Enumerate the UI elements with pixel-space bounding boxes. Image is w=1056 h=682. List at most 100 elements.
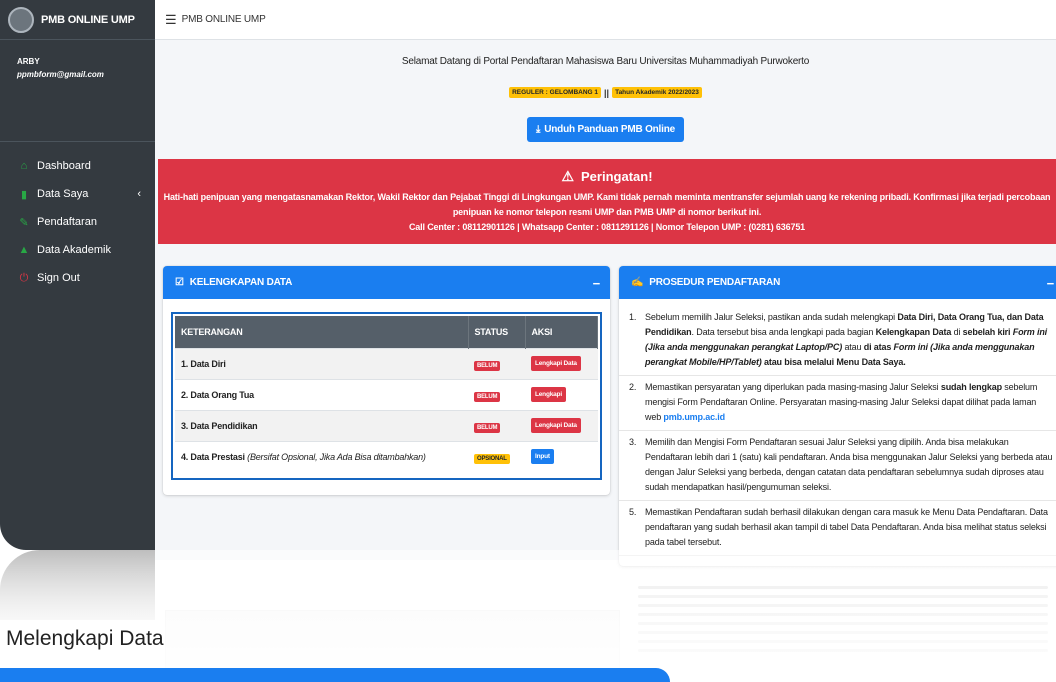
action-cell: Input [525, 440, 598, 472]
sidebar-item-dashboard[interactable]: ⌂ Dashboard [0, 152, 155, 180]
sidebar-item-data-akademik[interactable]: ▲ Data Akademik [0, 236, 155, 264]
status-badge: BELUM [474, 391, 501, 402]
sidebar-item-label: Dashboard [37, 160, 91, 172]
checkbox-icon: ☑ [175, 277, 184, 288]
prosedur-list: 1. Sebelum memilih Jalur Seleksi, pastika… [619, 306, 1056, 556]
row-note: (Bersifat Opsional, Jika Ada Bisa ditamb… [247, 451, 426, 462]
welcome-text: Selamat Datang di Portal Pendaftaran Mah… [401, 56, 810, 67]
prosedur-item-number: 1. [629, 312, 637, 322]
reflection-fade [0, 550, 1056, 682]
table-row: 4. Data Prestasi (Bersifat Opsional, Jik… [175, 440, 598, 472]
tahun-akademik-badge: Tahun Akademik 2022/2023 [612, 87, 702, 98]
kelengkapan-table: KETERANGAN STATUS AKSI 1. Data Diri BELU… [175, 316, 598, 472]
prosedur-item-text: Memastikan Pendaftaran sudah berhasil di… [645, 507, 1048, 547]
user-email: ppmbform@gmail.com [17, 70, 104, 79]
lengkapi-data-orang-tua-button[interactable]: Lengkapi [531, 387, 566, 402]
university-logo-icon [8, 6, 34, 33]
warning-line-3: Call Center : 08112901126 | Whatsapp Cen… [408, 222, 806, 232]
warning-triangle-icon: ⚠ [561, 168, 575, 184]
edit-icon: ✎ [19, 216, 29, 229]
row-label: 4. Data Prestasi [181, 451, 245, 462]
lengkapi-data-diri-button[interactable]: Lengkapi Data [531, 356, 581, 371]
warning-line-2: penipuan ke nomor telepon resmi UMP dan … [452, 207, 762, 217]
status-cell: BELUM [468, 409, 525, 441]
action-cell: Lengkapi Data [525, 409, 598, 441]
row-label-cell: 4. Data Prestasi (Bersifat Opsional, Jik… [175, 440, 468, 472]
status-cell: OPSIONAL [468, 440, 525, 472]
warning-alert: ⚠ Peringatan! Hati-hati penipuan yang me… [158, 159, 1056, 244]
prosedur-item-number: 5. [629, 507, 637, 517]
sidebar-item-data-saya[interactable]: ▮ Data Saya ‹ [0, 180, 155, 208]
brand-link[interactable]: PMB ONLINE UMP [0, 0, 155, 40]
collapse-button[interactable]: − [1047, 276, 1055, 291]
row-label: 3. Data Pendidikan [175, 409, 468, 441]
warning-text: Hati-hati penipuan yang mengatasnamakan … [158, 190, 1056, 235]
status-cell: BELUM [468, 378, 525, 410]
kelengkapan-data-card: ☑ KELENGKAPAN DATA − KETERANGAN STATUS A… [163, 266, 610, 495]
sidebar-nav: ⌂ Dashboard ▮ Data Saya ‹ ✎ Pendaftaran … [0, 142, 155, 292]
prosedur-pendaftaran-card: ✍ PROSEDUR PENDAFTARAN − 1. Sebelum memil… [619, 266, 1056, 566]
sidebar-item-label: Data Saya [37, 188, 89, 200]
lengkapi-data-pendidikan-button[interactable]: Lengkapi Data [531, 418, 581, 433]
chevron-left-icon: ‹ [137, 188, 141, 200]
prosedur-item-text: Memastikan persyaratan yang diperlukan p… [645, 382, 1038, 422]
status-badge: BELUM [474, 422, 501, 433]
download-guide-button[interactable]: ⤓ Unduh Panduan PMB Online [527, 117, 684, 142]
user-name: ARBY [17, 57, 40, 66]
badge-separator: || [604, 87, 610, 98]
status-cell: BELUM [468, 347, 525, 379]
download-guide-label: Unduh Panduan PMB Online [544, 124, 675, 135]
col-status: STATUS [468, 316, 526, 348]
status-badge: BELUM [474, 360, 501, 371]
signature-icon: ✍ [631, 277, 644, 288]
menu-toggle-icon[interactable]: ☰ [165, 12, 177, 28]
brand-title: PMB ONLINE UMP [41, 13, 135, 26]
table-row: 3. Data Pendidikan BELUM Lengkapi Data [175, 409, 598, 441]
prosedur-title: PROSEDUR PENDAFTARAN [649, 277, 781, 288]
prosedur-header: ✍ PROSEDUR PENDAFTARAN − [619, 266, 1056, 299]
book-icon: ▮ [20, 188, 28, 201]
warning-title: ⚠ Peringatan! [158, 168, 1056, 185]
prosedur-item-text: Memilih dan Mengisi Form Pendaftaran ses… [645, 437, 1053, 492]
reflected-blue-bar [0, 668, 670, 682]
kelengkapan-table-wrap: KETERANGAN STATUS AKSI 1. Data Diri BELU… [171, 312, 602, 480]
top-navbar: ☰ PMB ONLINE UMP [155, 0, 1056, 40]
input-prestasi-button[interactable]: Input [531, 449, 554, 465]
download-wrap: ⤓ Unduh Panduan PMB Online [155, 117, 1056, 142]
period-badges: REGULER : GELOMBANG 1 || Tahun Akademik … [155, 87, 1056, 98]
gelombang-badge: REGULER : GELOMBANG 1 [509, 87, 602, 98]
main-content: Selamat Datang di Portal Pendaftaran Mah… [155, 40, 1056, 566]
sidebar-item-pendaftaran[interactable]: ✎ Pendaftaran [0, 208, 155, 236]
graduation-cap-icon: ▲ [18, 244, 30, 256]
sidebar-item-sign-out[interactable]: ⏻ Sign Out [0, 264, 155, 292]
prosedur-item-text: Sebelum memilih Jalur Seleksi, pastikan … [645, 312, 1048, 367]
prosedur-item-number: 3. [629, 437, 637, 447]
col-aksi: AKSI [525, 316, 598, 348]
kelengkapan-data-title: KELENGKAPAN DATA [189, 277, 293, 288]
screenshot-stage: PMB ONLINE UMP ARBY ppmbform@gmail.com ⌂… [0, 0, 1056, 682]
sidebar-item-label: Pendaftaran [37, 216, 97, 228]
row-label: 2. Data Orang Tua [175, 378, 468, 410]
home-icon: ⌂ [20, 160, 28, 172]
prosedur-item: 2. Memastikan persyaratan yang diperlukan… [619, 376, 1056, 431]
table-row: 1. Data Diri BELUM Lengkapi Data [175, 347, 598, 379]
mirror-reflection [0, 550, 1056, 682]
power-icon: ⏻ [19, 271, 29, 284]
table-row: 2. Data Orang Tua BELUM Lengkapi [175, 378, 598, 410]
download-icon: ⤓ [536, 124, 541, 135]
action-cell: Lengkapi Data [525, 347, 598, 379]
action-cell: Lengkapi [525, 378, 598, 410]
prosedur-item-number: 2. [629, 382, 637, 392]
slide-caption: Melengkapi Data [6, 627, 164, 650]
prosedur-item: 1. Sebelum memilih Jalur Seleksi, pastika… [619, 306, 1056, 376]
user-panel: ARBY ppmbform@gmail.com [0, 40, 155, 142]
warning-line-1: Hati-hati penipuan yang mengatasnamakan … [163, 192, 1051, 202]
pmb-website-link[interactable]: pmb.ump.ac.id [663, 412, 725, 422]
collapse-button[interactable]: − [593, 276, 601, 291]
prosedur-item: 5. Memastikan Pendaftaran sudah berhasil … [619, 501, 1056, 556]
topbar-title[interactable]: PMB ONLINE UMP [182, 14, 266, 25]
sidebar-item-label: Data Akademik [37, 244, 111, 256]
sidebar-item-label: Sign Out [37, 272, 80, 284]
kelengkapan-data-header: ☑ KELENGKAPAN DATA − [163, 266, 610, 299]
row-label: 1. Data Diri [175, 347, 468, 379]
